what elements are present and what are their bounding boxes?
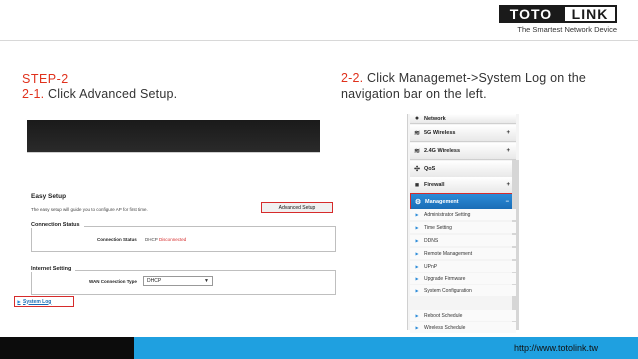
expand-icon: + <box>506 148 510 154</box>
step-number: 2-2. <box>341 71 364 85</box>
subnav-label: System Configuration <box>424 287 472 294</box>
bullet-icon: ▶ <box>415 264 419 269</box>
gear-icon: ⚙ <box>414 198 422 206</box>
lock-icon: ■ <box>414 181 420 189</box>
step-text: Click Advanced Setup. <box>44 87 178 101</box>
bullet-icon: ▶ <box>415 212 419 217</box>
bullet-icon: ▶ <box>415 313 419 318</box>
header-divider <box>27 152 320 153</box>
nav-item-label: 2.4G Wireless <box>424 148 461 154</box>
nav-item-management[interactable]: ⚙ Management − <box>410 193 516 210</box>
bullet-icon: ▶ <box>415 288 419 293</box>
connection-mode: DHCP <box>145 237 158 242</box>
nav-item-24g-wireless[interactable]: ≋ 2.4G Wireless + <box>410 143 516 160</box>
nav-item-firewall[interactable]: ■ Firewall + <box>410 177 516 194</box>
connection-status-label: Connection Status <box>97 237 137 242</box>
footer-url[interactable]: http://www.totolink.tw <box>514 343 598 353</box>
chevron-down-icon: ▼ <box>204 278 209 284</box>
nav-item-label: Network <box>424 115 446 122</box>
nav-item-qos[interactable]: ✣ QoS <box>410 161 516 178</box>
expand-icon: + <box>506 130 510 136</box>
wifi-icon: ≋ <box>414 130 420 137</box>
footer-dark-block <box>0 337 134 359</box>
subnav-label: Administrator Setting <box>424 211 471 218</box>
subnav-label: Reboot Schedule <box>424 312 463 319</box>
subnav-wireless-schedule[interactable]: ▶ Wireless Schedule <box>410 322 516 333</box>
router-header-bar <box>27 120 320 152</box>
subnav-label: Remote Management <box>424 250 473 257</box>
subnav-system-configuration[interactable]: ▶ System Configuration <box>410 285 516 296</box>
collapse-icon: − <box>505 198 509 205</box>
connection-state: Disconnected <box>158 237 187 242</box>
connection-status-value: DHCP Disconnected <box>145 237 186 242</box>
header-divider <box>0 40 638 41</box>
expand-icon: + <box>506 182 510 188</box>
internet-setting-title: Internet Setting <box>31 266 76 272</box>
step-instruction-2: 2-2. Click Managemet->System Log on the … <box>341 70 586 102</box>
step-instruction-1: 2-1. Click Advanced Setup. <box>22 86 177 102</box>
step-text-cont: navigation bar on the left. <box>341 87 487 101</box>
subnav-label: UPnP <box>424 263 438 270</box>
network-icon: ● <box>414 115 420 122</box>
wan-connection-type-select[interactable]: DHCP ▼ <box>143 276 213 286</box>
subnav-upgrade-firmware[interactable]: ▶ Upgrade Firmware <box>410 273 516 284</box>
wan-selected-value: DHCP <box>147 278 162 284</box>
nav-item-label: 5G Wireless <box>424 130 456 136</box>
subnav-label: Wireless Schedule <box>424 324 466 331</box>
bullet-icon: ▶ <box>415 276 419 281</box>
nav-item-label: Firewall <box>424 182 445 188</box>
logo-part-link: LINK <box>563 5 617 23</box>
subnav-system-log[interactable]: ▶ System Log <box>14 296 74 307</box>
nav-item-label: QoS <box>424 166 436 172</box>
step-number: 2-1. <box>22 87 45 101</box>
step-text: Click Managemet->System Log on the <box>363 71 587 85</box>
qos-icon: ✣ <box>414 166 420 173</box>
subnav-label: DDNS <box>424 237 439 244</box>
step-title: STEP-2 <box>22 72 69 86</box>
subnav-ddns[interactable]: ▶ DDNS <box>410 235 516 246</box>
subnav-time-setting[interactable]: ▶ Time Setting <box>410 222 516 233</box>
bullet-icon: ▶ <box>415 251 419 256</box>
bullet-icon: ▶ <box>415 225 419 230</box>
advanced-setup-button[interactable]: Advanced Setup <box>261 202 333 213</box>
easy-setup-description: The easy setup will guide you to configu… <box>31 207 148 212</box>
subnav-administrator-setting[interactable]: ▶ Administrator Setting <box>410 209 516 220</box>
subnav-label: System Log <box>23 298 52 305</box>
subnav-reboot-schedule[interactable]: ▶ Reboot Schedule <box>410 310 516 321</box>
subnav-label: Time Setting <box>424 224 452 231</box>
wan-connection-type-label: WAN Connection Type <box>89 279 137 284</box>
easy-setup-screenshot: Easy Setup The easy setup will guide you… <box>27 120 336 295</box>
subnav-upnp[interactable]: ▶ UPnP <box>410 261 516 272</box>
bullet-icon: ▶ <box>415 238 419 243</box>
connection-status-title: Connection Status <box>31 222 84 228</box>
logo-tagline: The Smartest Network Device <box>517 25 617 34</box>
subnav-label: Upgrade Firmware <box>424 275 466 282</box>
nav-item-network[interactable]: ● Network <box>410 114 516 124</box>
nav-item-5g-wireless[interactable]: ≋ 5G Wireless + <box>410 125 516 142</box>
nav-item-label: Management <box>425 198 459 205</box>
logo-part-toto: TOTO <box>499 5 563 23</box>
totolink-logo: TOTO LINK The Smartest Network Device <box>499 5 617 34</box>
easy-setup-title: Easy Setup <box>31 193 67 200</box>
wifi-icon: ≋ <box>414 148 420 155</box>
bullet-icon: ▶ <box>415 325 419 330</box>
subnav-remote-management[interactable]: ▶ Remote Management <box>410 248 516 259</box>
bullet-icon: ▶ <box>17 299 21 304</box>
